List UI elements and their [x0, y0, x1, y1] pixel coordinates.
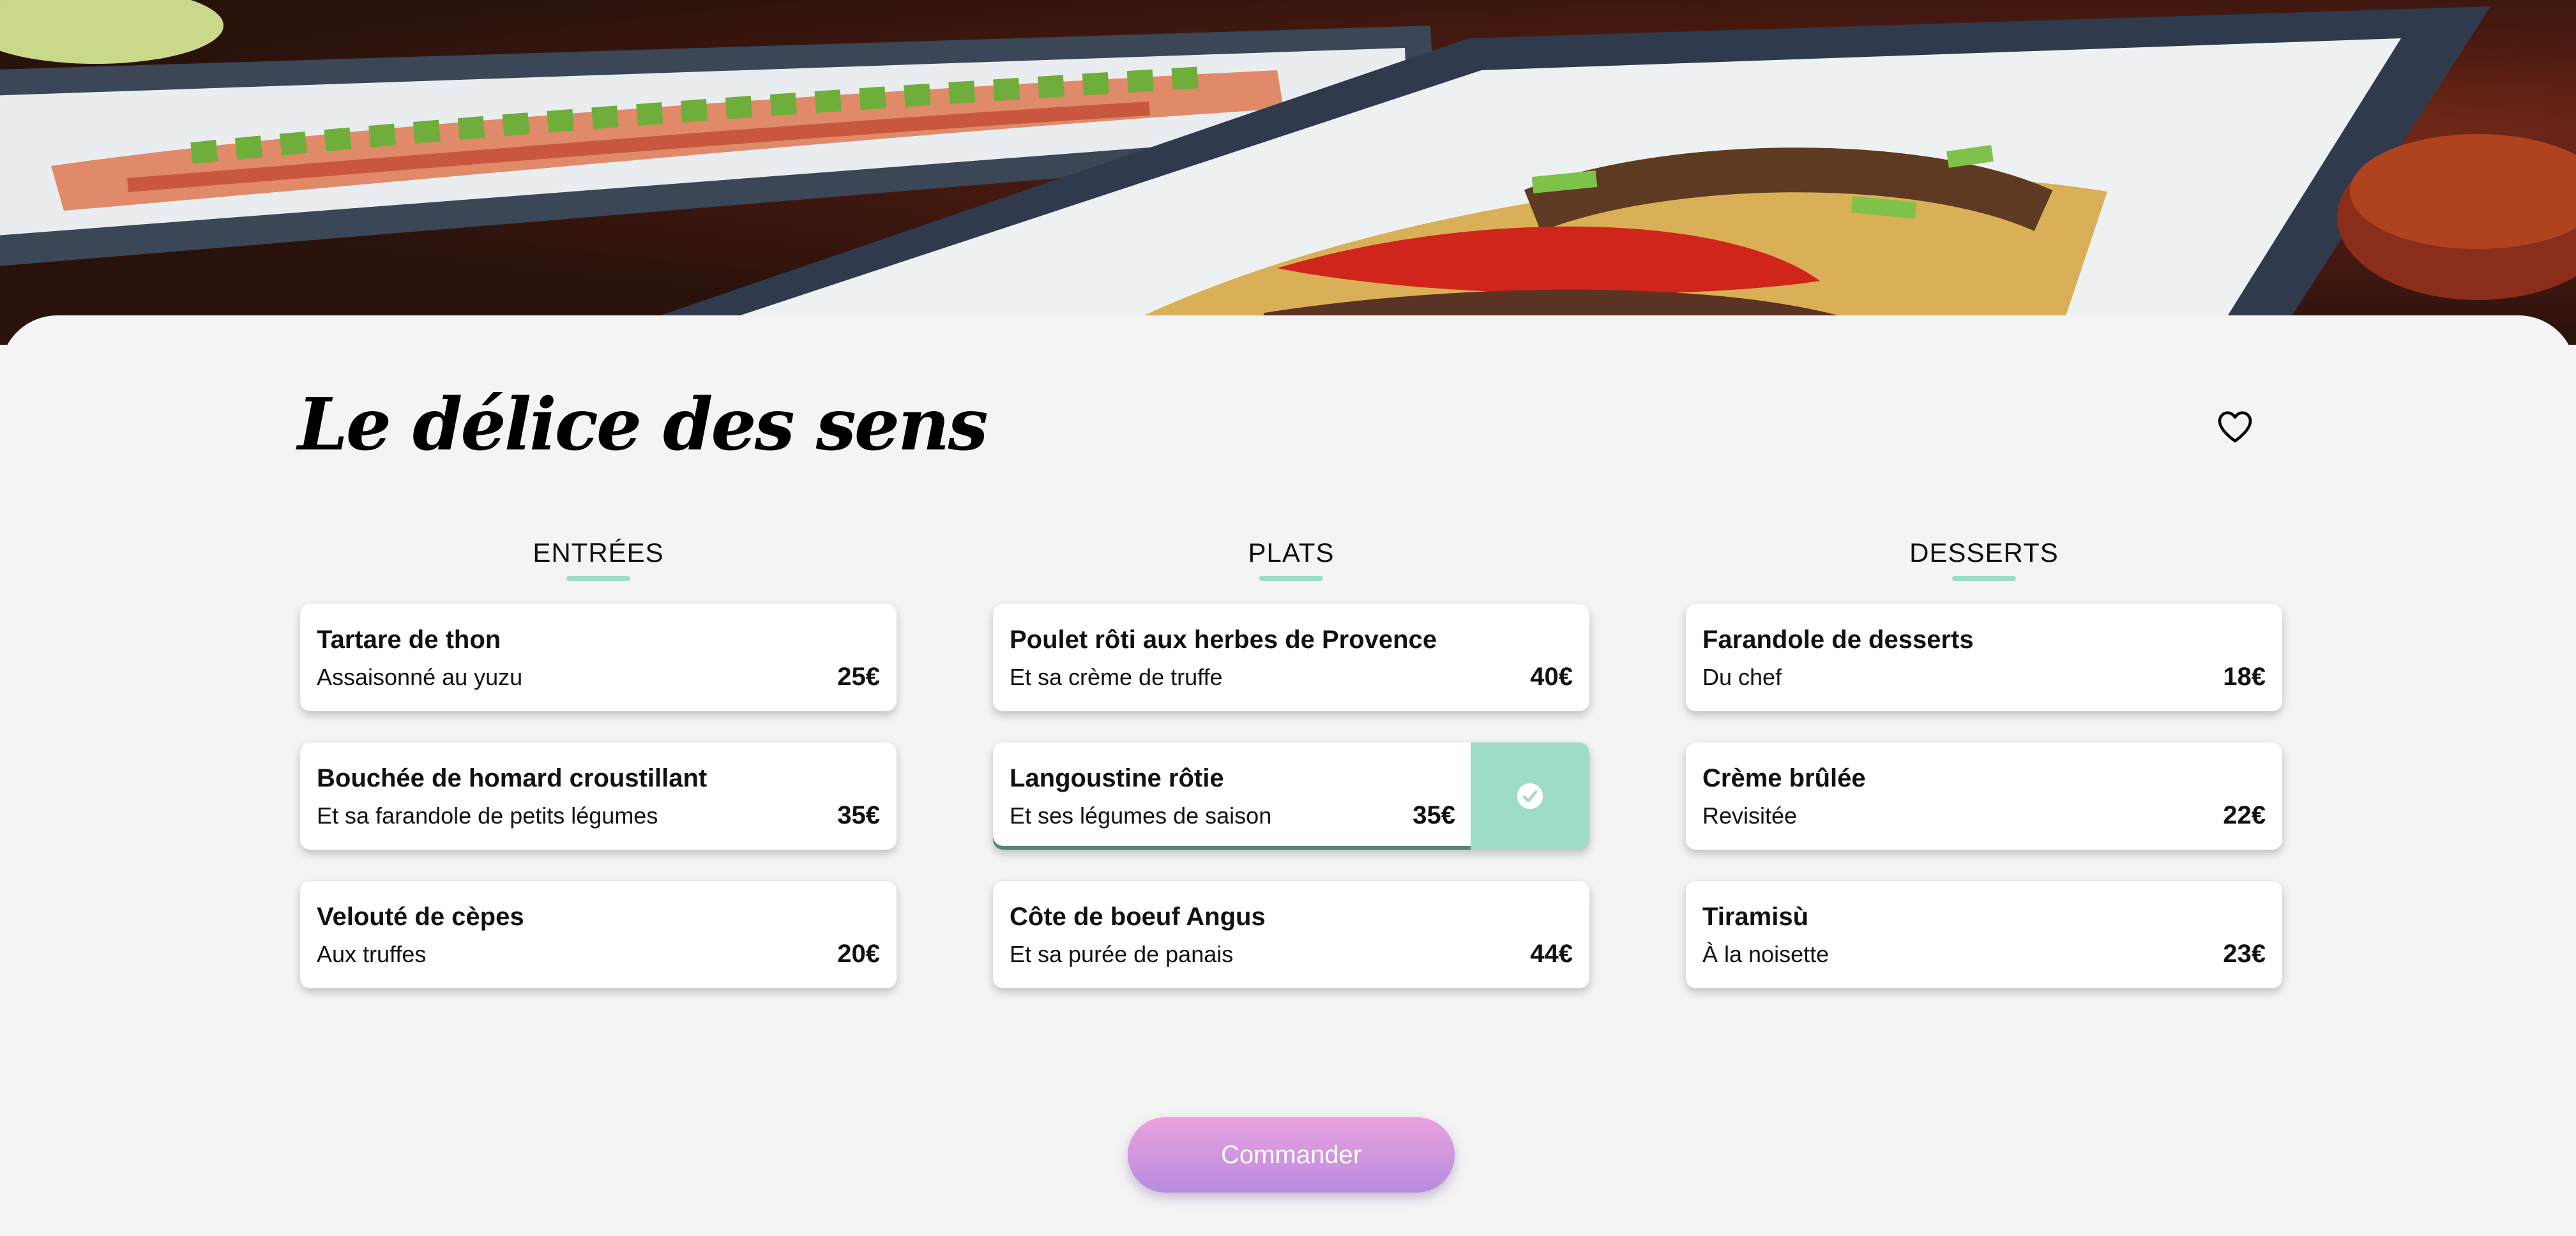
item-name: Poulet rôti aux herbes de Provence	[1010, 626, 1437, 654]
item-name: Tiramisù	[1702, 903, 1808, 931]
item-description: Et sa farandole de petits légumes	[317, 803, 658, 829]
column-entrees: ENTRÉES Tartare de thon Assaisonné au yu…	[300, 534, 897, 993]
page-title: Le délice des sens	[298, 383, 989, 467]
check-circle-icon	[1517, 783, 1543, 810]
column-heading: PLATS	[1248, 538, 1335, 568]
order-button[interactable]: Commander	[1128, 1117, 1455, 1193]
menu-item-card[interactable]: Tiramisù À la noisette 23€	[1686, 881, 2282, 988]
menu-item-card[interactable]: Farandole de desserts Du chef 18€	[1686, 604, 2282, 711]
item-name: Langoustine rôtie	[1010, 764, 1224, 792]
item-description: Aux truffes	[317, 941, 427, 967]
item-price: 35€	[1413, 801, 1455, 829]
item-name: Côte de boeuf Angus	[1010, 903, 1266, 931]
menu-item-card[interactable]: Crème brûlée Revisitée 22€	[1686, 742, 2282, 850]
food-photo-illustration	[0, 0, 2576, 345]
item-description: Revisitée	[1702, 803, 1798, 829]
column-heading: ENTRÉES	[533, 538, 664, 568]
item-price: 20€	[837, 940, 880, 968]
item-description: Et ses légumes de saison	[1010, 803, 1272, 829]
selected-indicator[interactable]	[1471, 742, 1589, 850]
heading-underline	[566, 576, 630, 581]
item-price: 22€	[2223, 801, 2266, 829]
menu-item-card[interactable]: Côte de boeuf Angus Et sa purée de panai…	[993, 881, 1589, 988]
column-heading: DESSERTS	[1909, 538, 2059, 568]
heading-underline	[1952, 576, 2016, 581]
heading-underline	[1259, 576, 1323, 581]
item-name: Tartare de thon	[317, 626, 501, 654]
item-price: 18€	[2223, 663, 2266, 691]
item-name: Bouchée de homard croustillant	[317, 764, 708, 792]
menu-page: Le délice des sens ENTRÉES Tartare de th…	[0, 0, 2576, 1236]
menu-item-card[interactable]: Velouté de cèpes Aux truffes 20€	[300, 881, 897, 988]
column-plats: PLATS Poulet rôti aux herbes de Provence…	[993, 534, 1589, 993]
item-price: 44€	[1530, 940, 1573, 968]
menu-item-card-selected[interactable]: Langoustine rôtie Et ses légumes de sais…	[993, 742, 1589, 850]
item-name: Velouté de cèpes	[317, 903, 524, 931]
heart-icon[interactable]	[2215, 406, 2255, 447]
item-price: 23€	[2223, 940, 2266, 968]
item-name: Crème brûlée	[1702, 764, 1866, 792]
item-price: 35€	[837, 801, 880, 829]
menu-item-card[interactable]: Tartare de thon Assaisonné au yuzu 25€	[300, 604, 897, 711]
menu-item-card[interactable]: Bouchée de homard croustillant Et sa far…	[300, 742, 897, 850]
column-desserts: DESSERTS Farandole de desserts Du chef 1…	[1686, 534, 2282, 993]
item-description: À la noisette	[1702, 941, 1830, 967]
item-price: 40€	[1530, 663, 1573, 691]
menu-item-card[interactable]: Poulet rôti aux herbes de Provence Et sa…	[993, 604, 1589, 711]
item-description: Et sa purée de panais	[1010, 941, 1234, 967]
item-description: Assaisonné au yuzu	[317, 664, 523, 690]
item-description: Du chef	[1702, 664, 1782, 690]
item-name: Farandole de desserts	[1702, 626, 1974, 654]
item-price: 25€	[837, 663, 880, 691]
hero-food-image	[0, 0, 2576, 345]
item-description: Et sa crème de truffe	[1010, 664, 1223, 690]
